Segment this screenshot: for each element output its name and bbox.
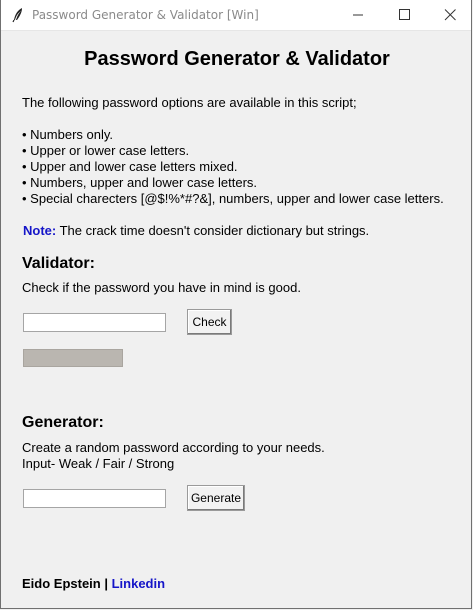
generator-description: Create a random password according to yo… [22,440,325,455]
app-window: Password Generator & Validator [Win] Pas… [0,0,472,609]
note: Note: The crack time doesn't consider di… [23,223,369,238]
option-item: • Numbers only. [22,127,114,142]
window-title: Password Generator & Validator [Win] [32,8,259,22]
option-item: • Numbers, upper and lower case letters. [22,175,258,190]
generator-strength-input[interactable] [23,489,166,508]
generate-button[interactable]: Generate [187,485,245,511]
intro-text: The following password options are avail… [22,95,357,110]
minimize-button[interactable] [335,0,381,30]
option-item: • Upper and lower case letters mixed. [22,159,238,174]
footer: Eido Epstein | Linkedin [22,576,165,591]
close-icon [444,9,456,21]
check-button[interactable]: Check [187,309,232,335]
validator-title: Validator: [22,255,95,272]
title-bar: Password Generator & Validator [Win] [1,0,471,31]
note-label: Note: [23,223,57,238]
option-item: • Upper or lower case letters. [22,143,190,158]
maximize-icon [399,9,410,20]
validator-description: Check if the password you have in mind i… [22,280,301,295]
note-text: The crack time doesn't consider dictiona… [56,223,370,238]
minimize-icon [353,14,363,16]
page-title: Password Generator & Validator [84,48,390,70]
linkedin-link[interactable]: Linkedin [112,576,165,591]
feather-icon [11,7,25,23]
generator-title: Generator: [22,414,104,431]
author-name: Eido Epstein | [22,576,112,591]
generator-input-hint: Input- Weak / Fair / Strong [22,456,175,471]
close-button[interactable] [427,0,473,30]
validator-password-input[interactable] [23,313,166,332]
strength-indicator [23,349,123,367]
option-item: • Special charecters [@$!%*#?&], numbers… [22,191,444,206]
maximize-button[interactable] [381,0,427,30]
